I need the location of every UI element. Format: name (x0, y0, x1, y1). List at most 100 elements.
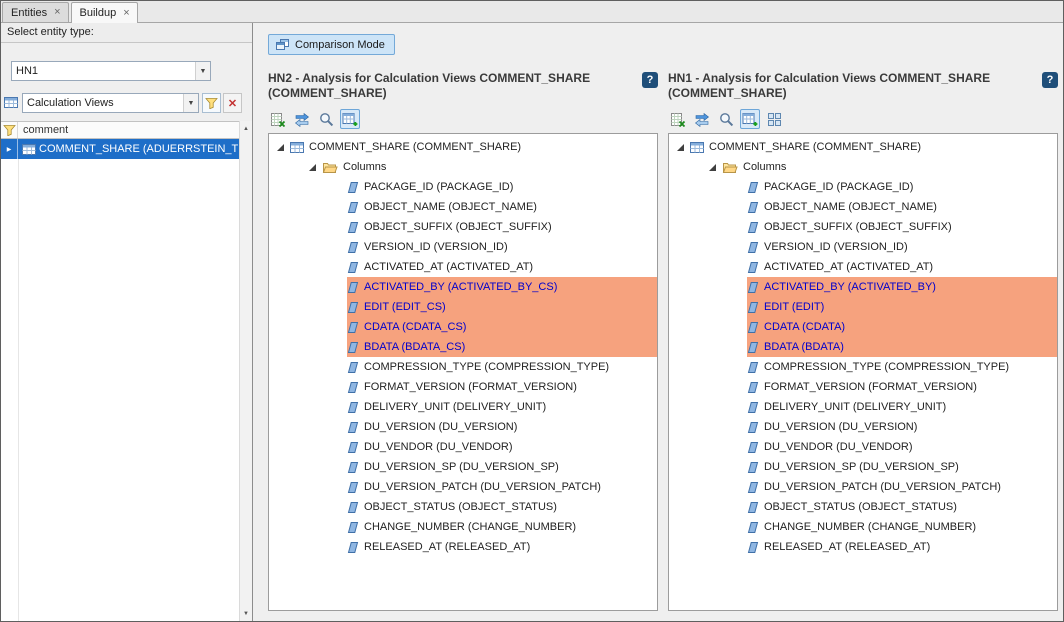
expand-arrow-icon[interactable] (677, 144, 684, 151)
tree-root-item[interactable]: COMMENT_SHARE (COMMENT_SHARE) (277, 137, 657, 157)
chevron-down-icon[interactable]: ▼ (195, 62, 210, 80)
column-icon (747, 201, 759, 214)
tree-column-item[interactable]: EDIT (EDIT) (747, 297, 1057, 317)
tree-column-item[interactable]: RELEASED_AT (RELEASED_AT) (747, 537, 1057, 557)
insert-table-button[interactable] (740, 109, 760, 129)
tree-root-item[interactable]: COMMENT_SHARE (COMMENT_SHARE) (677, 137, 1057, 157)
tree-item-label: Columns (343, 161, 386, 173)
tree-item-label: BDATA (BDATA_CS) (364, 341, 465, 353)
expand-arrow-icon[interactable] (709, 164, 716, 171)
tree-column-item[interactable]: ACTIVATED_BY (ACTIVATED_BY_CS) (347, 277, 657, 297)
column-icon (747, 501, 759, 514)
comparison-mode-label: Comparison Mode (295, 39, 385, 51)
tree-column-item[interactable]: ACTIVATED_AT (ACTIVATED_AT) (347, 257, 657, 277)
scroll-up-icon[interactable]: ▲ (240, 122, 252, 135)
tree-item-label: CDATA (CDATA_CS) (364, 321, 466, 333)
tree-view: COMMENT_SHARE (COMMENT_SHARE) ColumnsPACK… (668, 133, 1058, 611)
tree-column-item[interactable]: OBJECT_NAME (OBJECT_NAME) (347, 197, 657, 217)
tab-entities[interactable]: Entities× (2, 2, 69, 22)
tree-column-item[interactable]: CHANGE_NUMBER (CHANGE_NUMBER) (347, 517, 657, 537)
tree-column-item[interactable]: FORMAT_VERSION (FORMAT_VERSION) (747, 377, 1057, 397)
insert-table-icon (342, 112, 358, 127)
transfer-button[interactable] (292, 109, 312, 129)
tree-column-item[interactable]: PACKAGE_ID (PACKAGE_ID) (747, 177, 1057, 197)
tree-column-item[interactable]: DU_VERSION_PATCH (DU_VERSION_PATCH) (747, 477, 1057, 497)
tree-column-item[interactable]: OBJECT_SUFFIX (OBJECT_SUFFIX) (747, 217, 1057, 237)
tree-column-item[interactable]: PACKAGE_ID (PACKAGE_ID) (347, 177, 657, 197)
tree-column-item[interactable]: DU_VERSION (DU_VERSION) (747, 417, 1057, 437)
tree-column-item[interactable]: RELEASED_AT (RELEASED_AT) (347, 537, 657, 557)
system-dropdown[interactable]: HN1 ▼ (11, 61, 211, 81)
entity-list-area (1, 159, 239, 621)
column-icon (747, 301, 759, 314)
column-header-comment[interactable]: comment (18, 122, 239, 138)
search-button[interactable] (716, 109, 736, 129)
tree-column-item[interactable]: DELIVERY_UNIT (DELIVERY_UNIT) (747, 397, 1057, 417)
tree-column-item[interactable]: DU_VENDOR (DU_VENDOR) (347, 437, 657, 457)
tree-column-item[interactable]: BDATA (BDATA) (747, 337, 1057, 357)
tab-bar: Entities×Buildup× (1, 1, 1063, 23)
entity-row-selected[interactable]: ▶ COMMENT_SHARE (ADUERRSTEIN_T (1, 139, 239, 159)
comparison-mode-icon (275, 38, 290, 51)
tree-column-item[interactable]: CDATA (CDATA) (747, 317, 1057, 337)
entity-dropdown[interactable]: Calculation Views ▼ (22, 93, 199, 113)
tree-item-label: BDATA (BDATA) (764, 341, 844, 353)
tree-column-item[interactable]: COMPRESSION_TYPE (COMPRESSION_TYPE) (347, 357, 657, 377)
tree-column-item[interactable]: DELIVERY_UNIT (DELIVERY_UNIT) (347, 397, 657, 417)
tree-column-item[interactable]: DU_VENDOR (DU_VENDOR) (747, 437, 1057, 457)
tree-columns-folder[interactable]: Columns (309, 157, 657, 177)
column-icon (347, 321, 359, 334)
close-icon[interactable]: × (123, 8, 129, 19)
comparison-mode-button[interactable]: Comparison Mode (268, 34, 395, 55)
chevron-down-icon[interactable]: ▼ (183, 94, 198, 112)
tree-column-item[interactable]: BDATA (BDATA_CS) (347, 337, 657, 357)
tree-column-item[interactable]: DU_VERSION_PATCH (DU_VERSION_PATCH) (347, 477, 657, 497)
column-icon (347, 421, 359, 434)
search-button[interactable] (316, 109, 336, 129)
tree-column-item[interactable]: ACTIVATED_AT (ACTIVATED_AT) (747, 257, 1057, 277)
expand-arrow-icon[interactable] (309, 164, 316, 171)
tree-column-item[interactable]: OBJECT_STATUS (OBJECT_STATUS) (747, 497, 1057, 517)
export-excel-button[interactable] (668, 109, 688, 129)
tree-column-item[interactable]: DU_VERSION_SP (DU_VERSION_SP) (347, 457, 657, 477)
sidebar-scrollbar[interactable]: ▲ ▼ (239, 121, 252, 621)
tree-item-label: COMMENT_SHARE (COMMENT_SHARE) (709, 141, 921, 153)
tab-buildup[interactable]: Buildup× (71, 2, 138, 23)
expand-arrow-icon[interactable] (277, 144, 284, 151)
tree-column-item[interactable]: DU_VERSION_SP (DU_VERSION_SP) (747, 457, 1057, 477)
export-excel-button[interactable] (268, 109, 288, 129)
tree-item-label: PACKAGE_ID (PACKAGE_ID) (364, 181, 513, 193)
insert-table-button[interactable] (340, 109, 360, 129)
close-icon[interactable]: × (54, 7, 60, 18)
tree-column-item[interactable]: FORMAT_VERSION (FORMAT_VERSION) (347, 377, 657, 397)
tree-column-item[interactable]: COMPRESSION_TYPE (COMPRESSION_TYPE) (747, 357, 1057, 377)
tree-column-item[interactable]: CDATA (CDATA_CS) (347, 317, 657, 337)
transfer-button[interactable] (692, 109, 712, 129)
tree-view: COMMENT_SHARE (COMMENT_SHARE) Columns PACK… (268, 133, 658, 611)
column-icon (747, 521, 759, 534)
tree-column-item[interactable]: ACTIVATED_BY (ACTIVATED_BY) (747, 277, 1057, 297)
column-icon (747, 261, 759, 274)
clear-filter-button[interactable]: ✕ (223, 93, 242, 113)
tree-column-item[interactable]: VERSION_ID (VERSION_ID) (747, 237, 1057, 257)
tree-column-item[interactable]: DU_VERSION (DU_VERSION) (347, 417, 657, 437)
tree-column-item[interactable]: OBJECT_NAME (OBJECT_NAME) (747, 197, 1057, 217)
column-icon (347, 201, 359, 214)
tree-item-label: FORMAT_VERSION (FORMAT_VERSION) (764, 381, 977, 393)
tree-column-item[interactable]: CHANGE_NUMBER (CHANGE_NUMBER) (747, 517, 1057, 537)
filter-button[interactable] (202, 93, 221, 113)
help-button[interactable]: ? (1042, 72, 1058, 88)
tree-columns-folder[interactable]: Columns (709, 157, 1057, 177)
column-icon (347, 281, 359, 294)
tree-column-item[interactable]: OBJECT_SUFFIX (OBJECT_SUFFIX) (347, 217, 657, 237)
scroll-down-icon[interactable]: ▼ (240, 607, 252, 620)
tree-item-label: ACTIVATED_BY (ACTIVATED_BY_CS) (364, 281, 557, 293)
column-icon (747, 381, 759, 394)
grid-view-button[interactable] (764, 109, 784, 129)
help-button[interactable]: ? (642, 72, 658, 88)
tree-column-item[interactable]: VERSION_ID (VERSION_ID) (347, 237, 657, 257)
entity-row-label: COMMENT_SHARE (ADUERRSTEIN_T (39, 143, 238, 155)
tree-column-item[interactable]: OBJECT_STATUS (OBJECT_STATUS) (347, 497, 657, 517)
tree-item-label: CDATA (CDATA) (764, 321, 845, 333)
tree-column-item[interactable]: EDIT (EDIT_CS) (347, 297, 657, 317)
